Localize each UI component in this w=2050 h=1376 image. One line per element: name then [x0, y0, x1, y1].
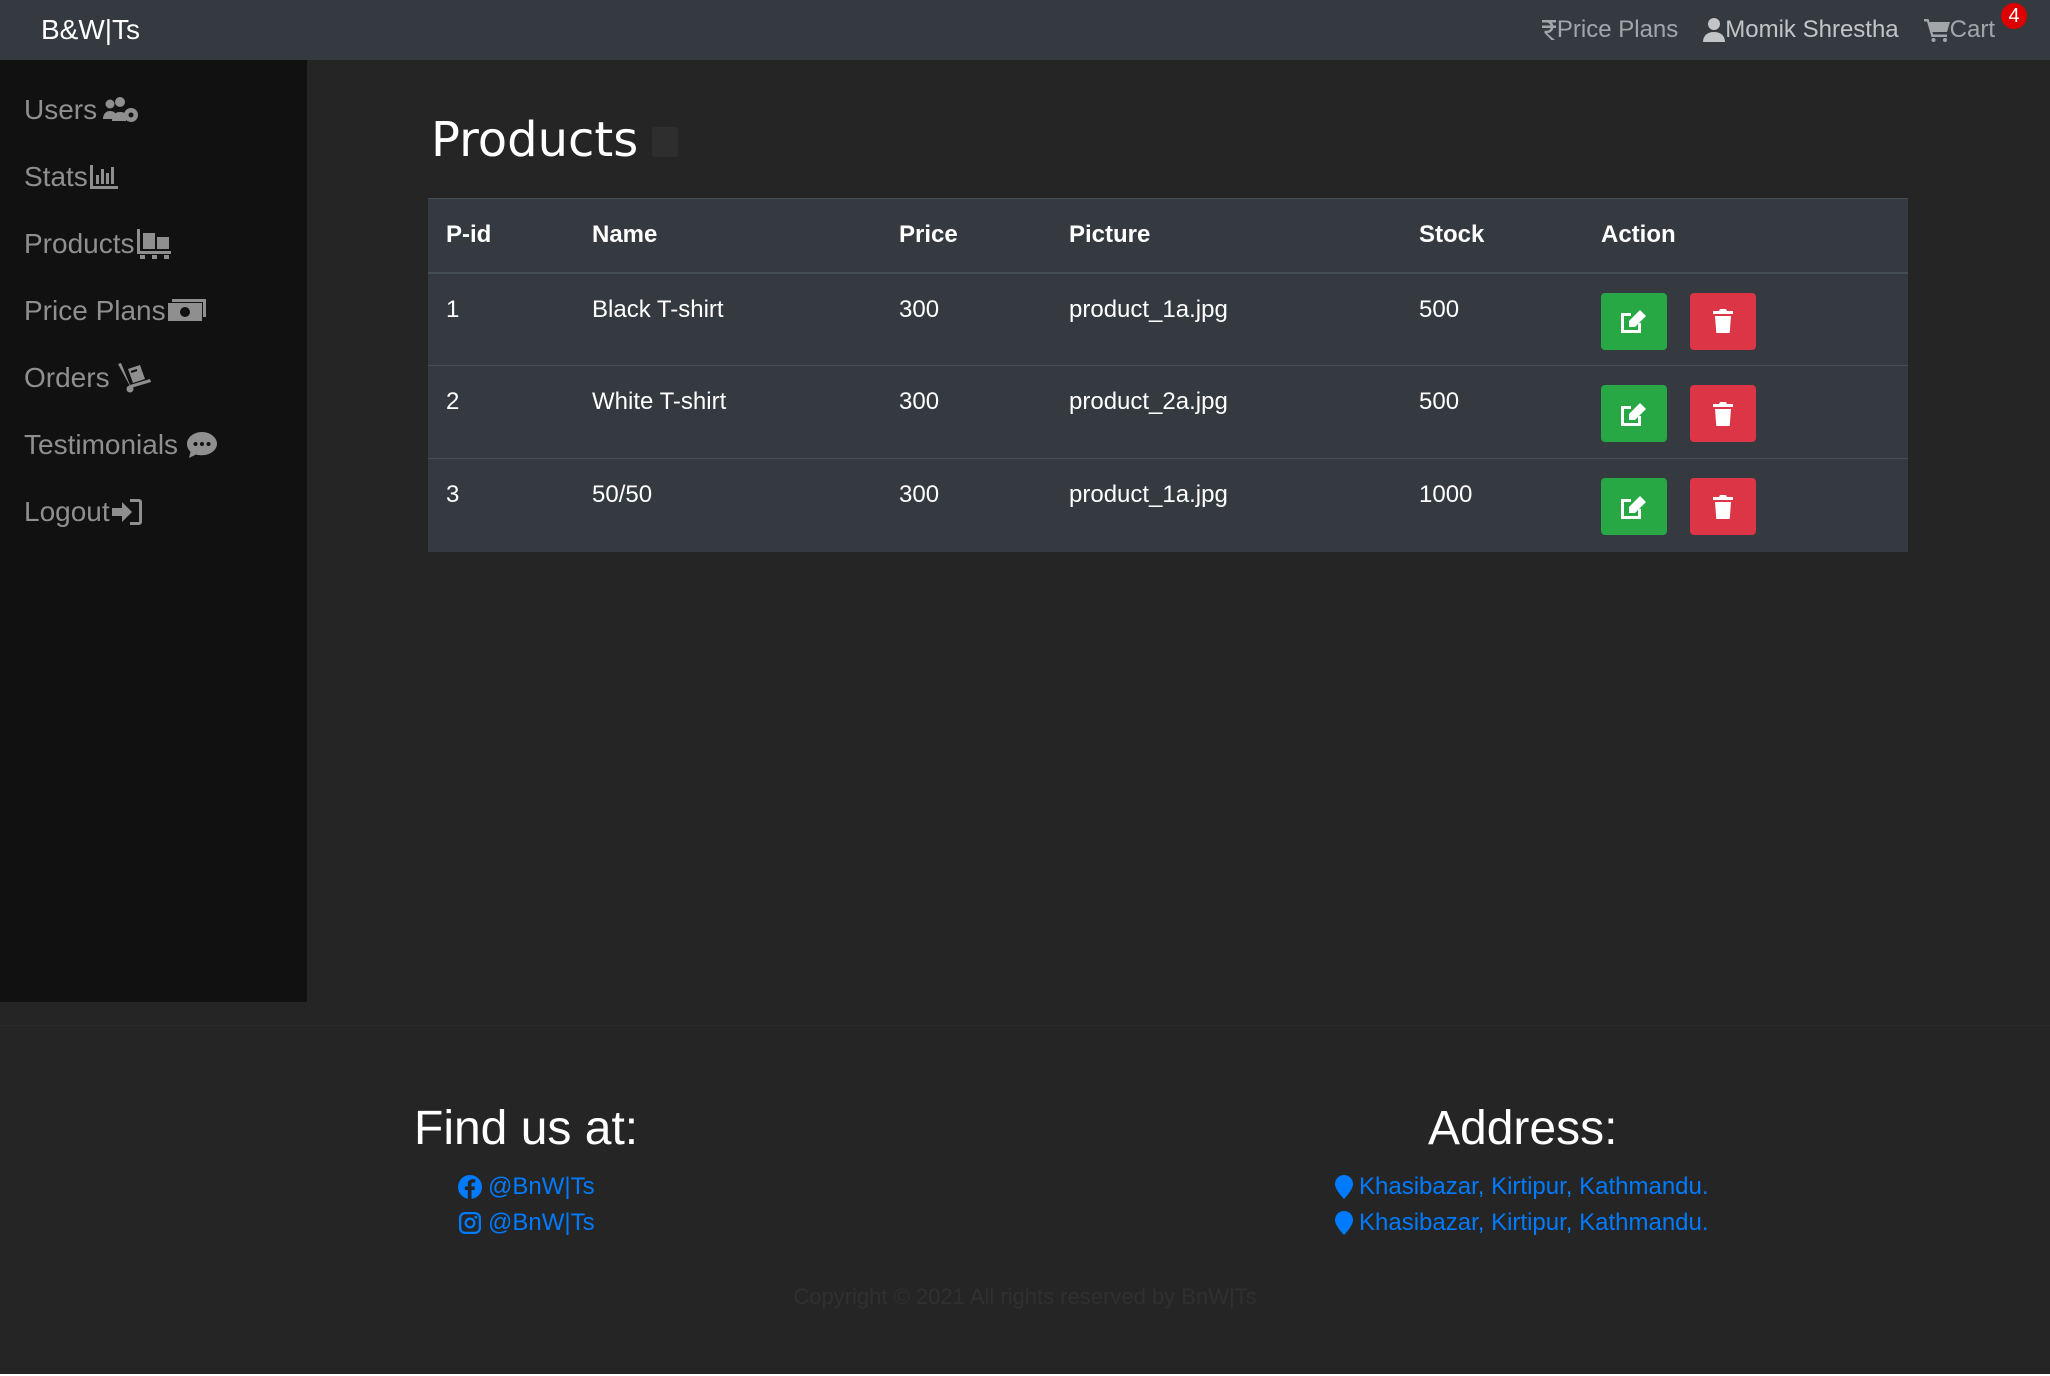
cart-count-badge: 4: [2001, 3, 2027, 29]
edit-button[interactable]: [1601, 478, 1667, 535]
sidebar-item-label: Orders: [24, 361, 110, 393]
edit-button[interactable]: [1601, 292, 1667, 350]
rupee-icon: [1541, 20, 1556, 40]
cell-pid: 2: [428, 365, 574, 459]
footer: Find us at: @BnW|Ts @BnW|Ts Address: Kha…: [0, 1025, 2050, 1374]
edit-icon: [1621, 402, 1646, 426]
edit-icon: [1621, 310, 1646, 333]
cell-action: [1583, 458, 1908, 552]
dolly-icon: [117, 362, 151, 392]
table-row: 1 Black T-shirt 300 product_1a.jpg 500: [428, 272, 1908, 366]
sidebar-item-products[interactable]: Products: [0, 210, 307, 277]
box-icon: [652, 127, 679, 157]
sidebar-item-stats[interactable]: Stats: [0, 143, 307, 210]
nav-user-link[interactable]: Momik Shrestha: [1703, 16, 1899, 44]
sidebar-item-testimonials[interactable]: Testimonials: [0, 411, 307, 478]
cell-name: 50/50: [574, 458, 881, 552]
delete-button[interactable]: [1689, 385, 1756, 442]
page-title-text: Products: [431, 112, 639, 168]
instagram-handle: @BnW|Ts: [488, 1209, 595, 1236]
trash-icon: [1712, 494, 1733, 519]
cell-name: Black T-shirt: [574, 272, 881, 366]
table-row: 3 50/50 300 product_1a.jpg 1000: [428, 458, 1908, 552]
column-header-name: Name: [574, 198, 881, 274]
cell-picture: product_2a.jpg: [1051, 365, 1401, 459]
users-cog-icon: [103, 96, 139, 122]
delete-button[interactable]: [1689, 292, 1756, 350]
nav-cart-link[interactable]: Cart 4: [1923, 3, 2027, 44]
column-header-stock: Stock: [1401, 198, 1583, 274]
facebook-icon: [458, 1175, 482, 1199]
column-header-price: Price: [881, 198, 1051, 274]
sidebar-item-logout[interactable]: Logout: [0, 478, 307, 545]
nav-price-plans-link[interactable]: Price Plans: [1541, 16, 1678, 44]
table-row: 2 White T-shirt 300 product_2a.jpg 500: [428, 365, 1908, 459]
address-link-2[interactable]: Khasibazar, Kirtipur, Kathmandu.: [1335, 1209, 1709, 1237]
page-title: Products: [431, 112, 679, 168]
address-link-1[interactable]: Khasibazar, Kirtipur, Kathmandu.: [1335, 1173, 1709, 1201]
column-header-picture: Picture: [1051, 198, 1401, 274]
sidebar-item-label: Users: [24, 93, 98, 125]
sidebar-item-label: Price Plans: [24, 294, 166, 326]
facebook-link[interactable]: @BnW|Ts: [458, 1173, 595, 1201]
cell-action: [1583, 365, 1908, 459]
cell-pid: 1: [428, 272, 574, 366]
sidebar-item-label: Stats: [24, 160, 88, 192]
sign-out-icon: [111, 498, 142, 525]
sidebar-item-price-plans[interactable]: Price Plans: [0, 277, 307, 344]
shopping-cart-icon: [1923, 19, 1950, 42]
sidebar: Users Stats Products Price Plans Orders …: [0, 60, 307, 1002]
cell-picture: product_1a.jpg: [1051, 272, 1401, 366]
nav-cart-label: Cart: [1949, 16, 1995, 43]
nav-user-name: Momik Shrestha: [1725, 16, 1899, 43]
sidebar-item-orders[interactable]: Orders: [0, 344, 307, 411]
address-heading: Address:: [1428, 1102, 1618, 1155]
instagram-link[interactable]: @BnW|Ts: [458, 1209, 595, 1237]
brand-logo[interactable]: B&W|Ts: [41, 0, 140, 60]
products-table: P-id Name Price Picture Stock Action 1 B…: [428, 198, 1908, 552]
pallet-icon: [136, 228, 171, 259]
column-header-pid: P-id: [428, 198, 574, 274]
instagram-icon: [459, 1212, 481, 1234]
money-bill-icon: [167, 298, 206, 321]
cell-picture: product_1a.jpg: [1051, 458, 1401, 552]
facebook-handle: @BnW|Ts: [488, 1173, 595, 1200]
map-marker-icon: [1335, 1175, 1353, 1199]
cell-price: 300: [881, 458, 1051, 552]
find-us-heading: Find us at:: [414, 1102, 639, 1155]
cell-action: [1583, 272, 1908, 366]
edit-icon: [1621, 495, 1646, 519]
cell-stock: 1000: [1401, 458, 1583, 552]
address-text-2: Khasibazar, Kirtipur, Kathmandu.: [1359, 1209, 1709, 1236]
trash-icon: [1712, 309, 1733, 333]
sidebar-item-label: Testimonials: [24, 428, 179, 460]
comment-dots-icon: [187, 431, 218, 458]
cell-stock: 500: [1401, 272, 1583, 366]
sidebar-item-label: Products: [24, 227, 135, 259]
cell-price: 300: [881, 272, 1051, 366]
table-header-row: P-id Name Price Picture Stock Action: [428, 198, 1908, 274]
map-marker-icon: [1335, 1211, 1353, 1235]
chart-bar-icon: [89, 164, 118, 189]
column-header-action: Action: [1583, 198, 1908, 274]
cell-price: 300: [881, 365, 1051, 459]
cell-stock: 500: [1401, 365, 1583, 459]
delete-button[interactable]: [1689, 478, 1756, 535]
sidebar-item-label: Logout: [24, 495, 110, 527]
sidebar-item-users[interactable]: Users: [0, 76, 307, 143]
cell-pid: 3: [428, 458, 574, 552]
address-text-1: Khasibazar, Kirtipur, Kathmandu.: [1359, 1173, 1709, 1200]
nav-price-plans-label: Price Plans: [1556, 16, 1679, 43]
edit-button[interactable]: [1601, 385, 1667, 442]
copyright-text: Copyright © 2021 All rights reserved by …: [793, 1284, 1257, 1309]
top-navbar: B&W|Ts Price Plans Momik Shrestha Cart 4: [0, 0, 2050, 60]
user-icon: [1703, 18, 1726, 42]
navbar-right: Price Plans Momik Shrestha Cart 4: [1516, 0, 2050, 60]
cell-name: White T-shirt: [574, 365, 881, 459]
trash-icon: [1712, 401, 1733, 426]
